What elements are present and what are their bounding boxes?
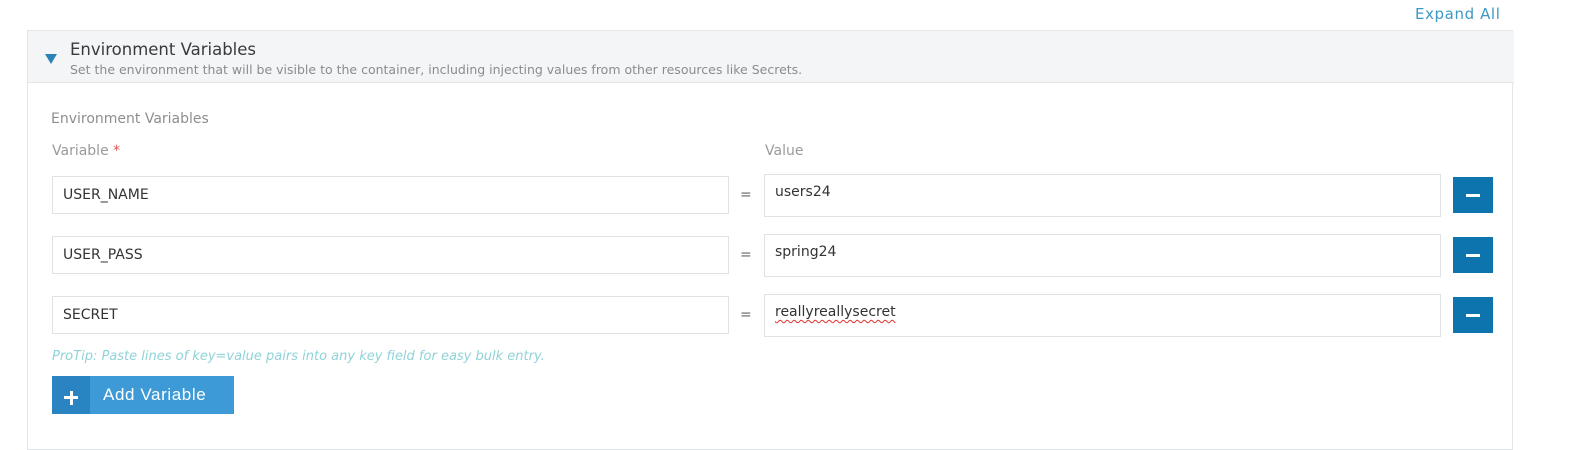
protip-text: ProTip: Paste lines of key=value pairs i… (52, 349, 545, 364)
add-variable-label: Add Variable (103, 385, 207, 404)
caret-down-icon[interactable] (45, 54, 57, 64)
required-marker: * (113, 143, 121, 159)
panel-title: Environment Variables (70, 40, 257, 59)
value-column-label: Value (765, 143, 804, 159)
section-label: Environment Variables (51, 111, 209, 127)
variable-value-text: reallyreallysecret (775, 304, 896, 320)
equals-sign: = (740, 187, 752, 203)
minus-icon (1466, 314, 1480, 317)
variable-label-text: Variable (52, 143, 109, 159)
equals-sign: = (740, 247, 752, 263)
minus-icon (1466, 254, 1480, 257)
remove-variable-button[interactable] (1453, 177, 1493, 213)
variable-column-label: Variable * (52, 143, 120, 159)
plus-icon-vertical (69, 390, 73, 405)
plus-icon (52, 376, 90, 414)
minus-icon (1466, 194, 1480, 197)
variable-value-input[interactable]: spring24 (764, 234, 1441, 277)
variable-key-input[interactable] (52, 296, 729, 334)
expand-all-link[interactable]: Expand All (1415, 5, 1500, 23)
variable-key-input[interactable] (52, 176, 729, 214)
add-variable-button[interactable]: Add Variable (52, 376, 234, 414)
variable-value-text: users24 (775, 184, 831, 200)
remove-variable-button[interactable] (1453, 237, 1493, 273)
variable-value-text: spring24 (775, 244, 837, 260)
variable-key-input[interactable] (52, 236, 729, 274)
panel-header[interactable]: Environment Variables Set the environmen… (28, 31, 1514, 83)
panel-description: Set the environment that will be visible… (70, 62, 803, 77)
variable-value-input[interactable]: reallyreallysecret (764, 294, 1441, 337)
equals-sign: = (740, 307, 752, 323)
variable-value-input[interactable]: users24 (764, 174, 1441, 217)
remove-variable-button[interactable] (1453, 297, 1493, 333)
